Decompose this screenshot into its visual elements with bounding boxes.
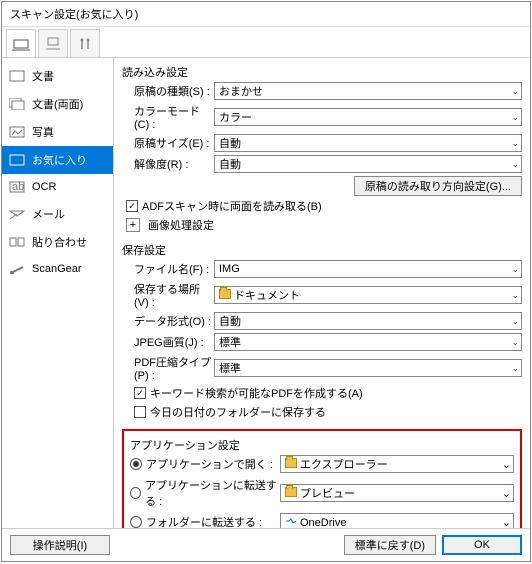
sidebar-item-scangear[interactable]: ScanGear <box>2 256 113 282</box>
sidebar-item-document-duplex[interactable]: 文書(両面) <box>2 90 113 118</box>
orientation-button[interactable]: 原稿の読み取り方向設定(G)... <box>354 176 522 196</box>
sidebar-item-stitch[interactable]: 貼り合わせ <box>2 228 113 256</box>
location-label: 保存する場所(V) : <box>122 281 214 309</box>
read-settings-section: 読み込み設定 原稿の種類(S) : おまかせ⌄ カラーモード(C) : カラー⌄… <box>122 64 522 236</box>
stitch-icon <box>8 235 26 249</box>
send-app-select[interactable]: プレビュー⌄ <box>280 484 514 502</box>
save-section-title: 保存設定 <box>122 242 522 258</box>
main-panel: 読み込み設定 原稿の種類(S) : おまかせ⌄ カラーモード(C) : カラー⌄… <box>114 58 530 528</box>
size-select[interactable]: 自動⌄ <box>214 134 522 152</box>
today-checkbox[interactable] <box>134 406 146 418</box>
source-select[interactable]: おまかせ⌄ <box>214 82 522 100</box>
keyword-label: キーワード検索が可能なPDFを作成する(A) <box>150 385 363 401</box>
sidebar-item-mail[interactable]: メール <box>2 200 113 228</box>
keyword-checkbox[interactable]: ✓ <box>134 387 146 399</box>
location-select[interactable]: ドキュメント⌄ <box>214 286 522 304</box>
open-app-select[interactable]: エクスプローラー⌄ <box>280 455 514 473</box>
radio-send-folder[interactable] <box>130 516 142 528</box>
color-label: カラーモード(C) : <box>122 103 214 131</box>
document-icon <box>8 69 26 83</box>
read-section-title: 読み込み設定 <box>122 64 522 80</box>
radio-open-app[interactable] <box>130 458 142 470</box>
filename-label: ファイル名(F) : <box>122 261 214 277</box>
ok-button[interactable]: OK <box>442 535 522 555</box>
pdf-select[interactable]: 標準⌄ <box>214 359 522 377</box>
color-select[interactable]: カラー⌄ <box>214 108 522 126</box>
instructions-button[interactable]: 操作説明(I) <box>10 535 110 555</box>
tab-scanner[interactable] <box>6 29 36 57</box>
tab-network[interactable] <box>38 29 68 57</box>
document-duplex-icon <box>8 97 26 111</box>
scangear-icon <box>8 262 26 276</box>
image-proc-label: 画像処理設定 <box>148 217 214 233</box>
image-proc-expand[interactable]: + <box>126 218 140 232</box>
app-settings-section: アプリケーション設定 アプリケーションで開く : エクスプローラー⌄ アプリケー… <box>122 429 522 528</box>
sidebar-item-photo[interactable]: 写真 <box>2 118 113 146</box>
scan-settings-window: スキャン設定(お気に入り) 文書 文書(両面) 写真 <box>1 1 531 562</box>
folder-icon <box>285 487 297 497</box>
adf-label: ADFスキャン時に両面を読み取る(B) <box>142 198 322 214</box>
sidebar-item-document[interactable]: 文書 <box>2 62 113 90</box>
resolution-label: 解像度(R) : <box>122 156 214 172</box>
jpeg-select[interactable]: 標準⌄ <box>214 333 522 351</box>
sidebar-item-label: 写真 <box>32 124 54 140</box>
favorite-icon <box>8 153 26 167</box>
footer: 操作説明(I) 標準に戻す(D) OK <box>2 528 530 561</box>
sidebar: 文書 文書(両面) 写真 お気に入り ab OCR メール <box>2 58 114 528</box>
photo-icon <box>8 125 26 139</box>
sidebar-item-favorite[interactable]: お気に入り <box>2 146 113 174</box>
sidebar-item-label: OCR <box>32 181 56 193</box>
resolution-select[interactable]: 自動⌄ <box>214 155 522 173</box>
sidebar-item-label: 文書 <box>32 68 54 84</box>
svg-text:ab: ab <box>12 181 24 193</box>
folder-icon <box>219 289 231 299</box>
app-section-title: アプリケーション設定 <box>130 437 514 453</box>
format-select[interactable]: 自動⌄ <box>214 312 522 330</box>
save-settings-section: 保存設定 ファイル名(F) : IMG⌄ 保存する場所(V) : ドキュメント⌄… <box>122 242 522 423</box>
mode-tabs <box>2 27 530 58</box>
sidebar-item-label: 貼り合わせ <box>32 234 87 250</box>
window-title: スキャン設定(お気に入り) <box>2 2 530 27</box>
sidebar-item-ocr[interactable]: ab OCR <box>2 174 113 200</box>
source-label: 原稿の種類(S) : <box>122 83 214 99</box>
ocr-icon: ab <box>8 180 26 194</box>
defaults-button[interactable]: 標準に戻す(D) <box>344 535 436 555</box>
today-label: 今日の日付のフォルダーに保存する <box>150 404 326 420</box>
jpeg-label: JPEG画質(J) : <box>122 334 214 350</box>
pdf-label: PDF圧縮タイプ(P) : <box>122 354 214 382</box>
sidebar-item-label: お気に入り <box>32 152 87 168</box>
radio-send-app[interactable] <box>130 487 141 499</box>
sidebar-item-label: ScanGear <box>32 263 82 275</box>
filename-input[interactable]: IMG⌄ <box>214 260 522 278</box>
sidebar-item-label: メール <box>32 206 65 222</box>
adf-checkbox[interactable]: ✓ <box>126 200 138 212</box>
tab-tools[interactable] <box>70 29 100 57</box>
mail-icon <box>8 207 26 221</box>
size-label: 原稿サイズ(E) : <box>122 135 214 151</box>
folder-icon <box>285 458 297 468</box>
format-label: データ形式(O) : <box>122 313 214 329</box>
send-folder-select[interactable]: OneDrive⌄ <box>280 513 514 528</box>
sidebar-item-label: 文書(両面) <box>32 96 83 112</box>
